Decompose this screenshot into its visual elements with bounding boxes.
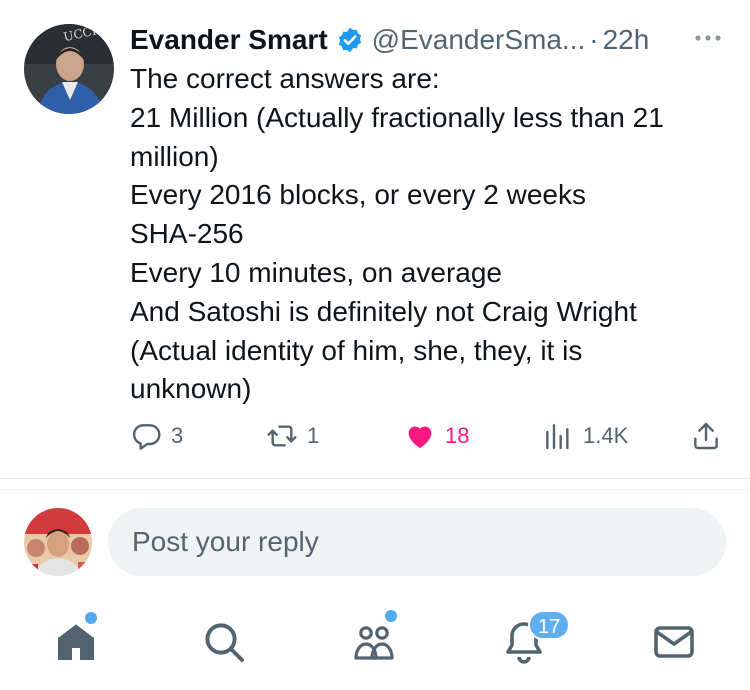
tweet-line: unknown) — [130, 373, 252, 405]
share-icon — [690, 420, 722, 452]
tweet-text: The correct answers are: 21 Million (Act… — [130, 60, 730, 409]
search-icon — [205, 623, 244, 662]
author-photo: UCCI — [24, 24, 114, 114]
divider — [0, 489, 750, 490]
tweet-header: Evander Smart @EvanderSma... · 22h — [130, 20, 730, 60]
tweet-line: The correct answers are: — [130, 63, 440, 94]
envelope-icon — [654, 626, 694, 658]
views-button[interactable]: 1.4K — [542, 414, 628, 458]
nav-home[interactable] — [52, 618, 100, 666]
tweet-line: Every 2016 blocks, or every 2 weeks — [130, 179, 586, 211]
separator-dot: · — [589, 24, 599, 55]
tweet-line: (Actual identity of him, she, they, it i… — [130, 334, 583, 366]
tweet-timestamp[interactable]: 22h — [603, 24, 650, 56]
home-icon — [58, 624, 94, 660]
current-user-photo — [24, 508, 92, 576]
more-options-icon[interactable] — [690, 26, 726, 50]
notifications-badge: 17 — [528, 610, 571, 640]
repost-count: 1 — [307, 423, 320, 448]
author-display-name[interactable]: Evander Smart — [130, 24, 328, 56]
verified-badge-icon — [336, 26, 364, 54]
bottom-nav: 17 — [0, 600, 750, 690]
current-user-avatar[interactable] — [24, 508, 92, 576]
reply-placeholder: Post your reply — [132, 526, 319, 557]
repost-icon — [266, 420, 298, 452]
reply-input[interactable]: Post your reply — [108, 508, 726, 576]
reply-count: 3 — [171, 423, 184, 448]
tweet-line: million) — [130, 140, 219, 172]
communities-icon — [354, 626, 394, 660]
tweet-line: Every 10 minutes, on average — [130, 256, 502, 288]
view-count: 1.4K — [583, 423, 629, 448]
repost-button[interactable]: 1 — [266, 414, 319, 458]
nav-search[interactable] — [200, 618, 248, 666]
divider — [0, 478, 750, 479]
tweet-line: SHA-256 — [130, 218, 244, 250]
communities-unread-dot — [385, 610, 397, 622]
like-button[interactable]: 18 — [404, 414, 469, 458]
home-unread-dot — [85, 612, 97, 624]
author-avatar[interactable]: UCCI — [24, 24, 114, 114]
tweet-line: 21 Million (Actually fractionally less t… — [130, 101, 664, 133]
share-button[interactable] — [690, 414, 722, 458]
tweet-line: And Satoshi is definitely not Craig Wrig… — [130, 295, 637, 327]
reply-icon — [130, 420, 162, 452]
nav-communities[interactable] — [350, 618, 398, 666]
like-count: 18 — [445, 423, 470, 448]
reply-button[interactable]: 3 — [130, 414, 183, 458]
author-handle[interactable]: @EvanderSma... — [372, 24, 586, 56]
tweet-actions: 3 1 18 1.4K — [130, 414, 730, 458]
heart-icon — [404, 420, 436, 452]
views-chart-icon — [542, 420, 574, 452]
nav-messages[interactable] — [650, 618, 698, 666]
tweet: UCCI Evander Smart @EvanderSma... · 22h — [0, 0, 750, 480]
